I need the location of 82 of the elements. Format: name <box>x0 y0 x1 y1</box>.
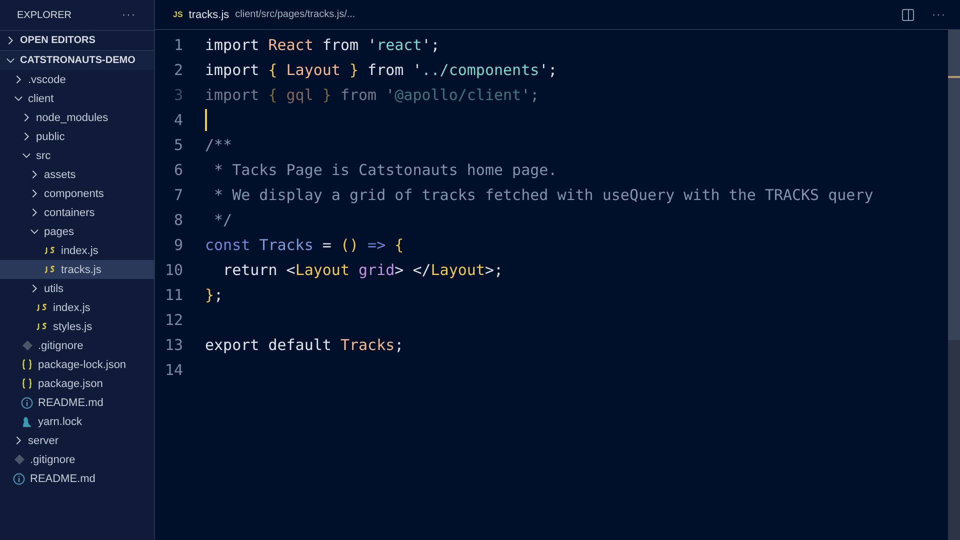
javascript-file-icon <box>36 303 48 312</box>
chevron-right-icon[interactable] <box>30 170 39 179</box>
scrollbar[interactable] <box>948 30 960 540</box>
file-item[interactable]: index.js <box>0 241 154 260</box>
code-line: const Tracks = () => { <box>205 234 404 256</box>
section-header[interactable]: CATSTRONAUTS-DEMO <box>0 50 154 70</box>
folder-item[interactable]: server <box>0 431 154 450</box>
folder-item[interactable]: assets <box>0 165 154 184</box>
more-actions-icon[interactable]: ··· <box>122 9 136 21</box>
info-icon <box>13 472 25 484</box>
line-number: 13 <box>164 336 183 354</box>
folder-item[interactable]: utils <box>0 279 154 298</box>
chevron-down-icon[interactable] <box>30 227 39 236</box>
line-number: 11 <box>164 286 183 304</box>
folder-item[interactable]: client <box>0 89 154 108</box>
folder-item[interactable]: pages <box>0 222 154 241</box>
code-comment: /** <box>205 134 232 156</box>
code-line: }; <box>205 284 224 306</box>
line-number: 12 <box>164 310 183 328</box>
line-number: 1 <box>172 36 183 54</box>
braces-icon <box>21 378 33 389</box>
explorer-title: EXPLORER <box>17 10 72 20</box>
file-item[interactable]: package-lock.json <box>0 355 154 374</box>
chevron-right-icon[interactable] <box>22 132 31 141</box>
line-number: 5 <box>172 136 183 154</box>
code-comment: * We display a grid of tracks fetched with useQuery with the TRACKS query <box>213 184 874 206</box>
line-number: 14 <box>164 360 183 378</box>
scrollbar-thumb[interactable] <box>948 30 960 340</box>
line-number: 2 <box>172 60 183 78</box>
chevron-right-icon[interactable] <box>30 208 39 217</box>
split-editor-icon[interactable] <box>902 8 914 20</box>
line-number: 7 <box>172 186 183 204</box>
javascript-file-icon: JS <box>173 10 183 19</box>
code-line: import { Layout } from '../components'; <box>205 60 558 80</box>
folder-item[interactable]: components <box>0 184 154 203</box>
folder-item[interactable]: src <box>0 146 154 165</box>
javascript-file-icon <box>44 246 56 255</box>
chevron-down-icon[interactable] <box>22 151 31 160</box>
info-icon <box>21 396 33 408</box>
folder-item[interactable]: containers <box>0 203 154 222</box>
chevron-down-icon[interactable] <box>14 94 23 103</box>
file-item[interactable]: README.md <box>0 469 154 488</box>
chevron-right-icon[interactable] <box>14 436 23 445</box>
file-item[interactable]: .gitignore <box>0 450 154 469</box>
code-line: return <Layout grid> </Layout>; <box>222 260 504 280</box>
more-actions-icon[interactable]: ··· <box>932 8 946 20</box>
folder-item[interactable]: .vscode <box>0 70 154 89</box>
file-item[interactable]: index.js <box>0 298 154 317</box>
file-item[interactable]: tracks.js <box>0 260 154 279</box>
chevron-right-icon[interactable] <box>14 75 23 84</box>
line-number: 4 <box>172 110 183 128</box>
code-line: import { gql } from '@apollo/client'; <box>205 84 540 106</box>
chevron-right-icon[interactable] <box>30 284 39 293</box>
tab-title[interactable]: tracks.js <box>188 8 230 20</box>
chevron-down-icon[interactable] <box>6 56 15 65</box>
file-path: client/src/pages/tracks.js/... <box>235 9 356 20</box>
file-item[interactable]: .gitignore <box>0 336 154 355</box>
braces-icon <box>21 359 33 370</box>
folder-item[interactable]: node_modules <box>0 108 154 127</box>
chevron-right-icon[interactable] <box>6 36 15 45</box>
diamond-icon <box>13 454 25 465</box>
line-number: 6 <box>172 160 183 178</box>
chevron-right-icon[interactable] <box>30 189 39 198</box>
line-number: 9 <box>172 236 183 254</box>
folder-item[interactable]: public <box>0 127 154 146</box>
code-line: import React from 'react'; <box>205 34 440 56</box>
chevron-right-icon[interactable] <box>22 113 31 122</box>
code-comment: * Tacks Page is Catstonauts home page. <box>213 160 558 180</box>
diamond-icon <box>21 340 33 351</box>
yarn-icon <box>21 416 33 428</box>
file-item[interactable]: styles.js <box>0 317 154 336</box>
cursor-marker <box>948 76 960 78</box>
code-comment: */ <box>213 210 232 230</box>
file-item[interactable]: yarn.lock <box>0 412 154 431</box>
javascript-file-icon <box>44 265 56 274</box>
line-number: 10 <box>164 260 183 278</box>
code-line: export default Tracks; <box>205 334 404 356</box>
line-number: 3 <box>172 86 183 104</box>
javascript-file-icon <box>36 322 48 331</box>
file-item[interactable]: README.md <box>0 393 154 412</box>
file-item[interactable]: package.json <box>0 374 154 393</box>
line-number: 8 <box>172 210 183 228</box>
